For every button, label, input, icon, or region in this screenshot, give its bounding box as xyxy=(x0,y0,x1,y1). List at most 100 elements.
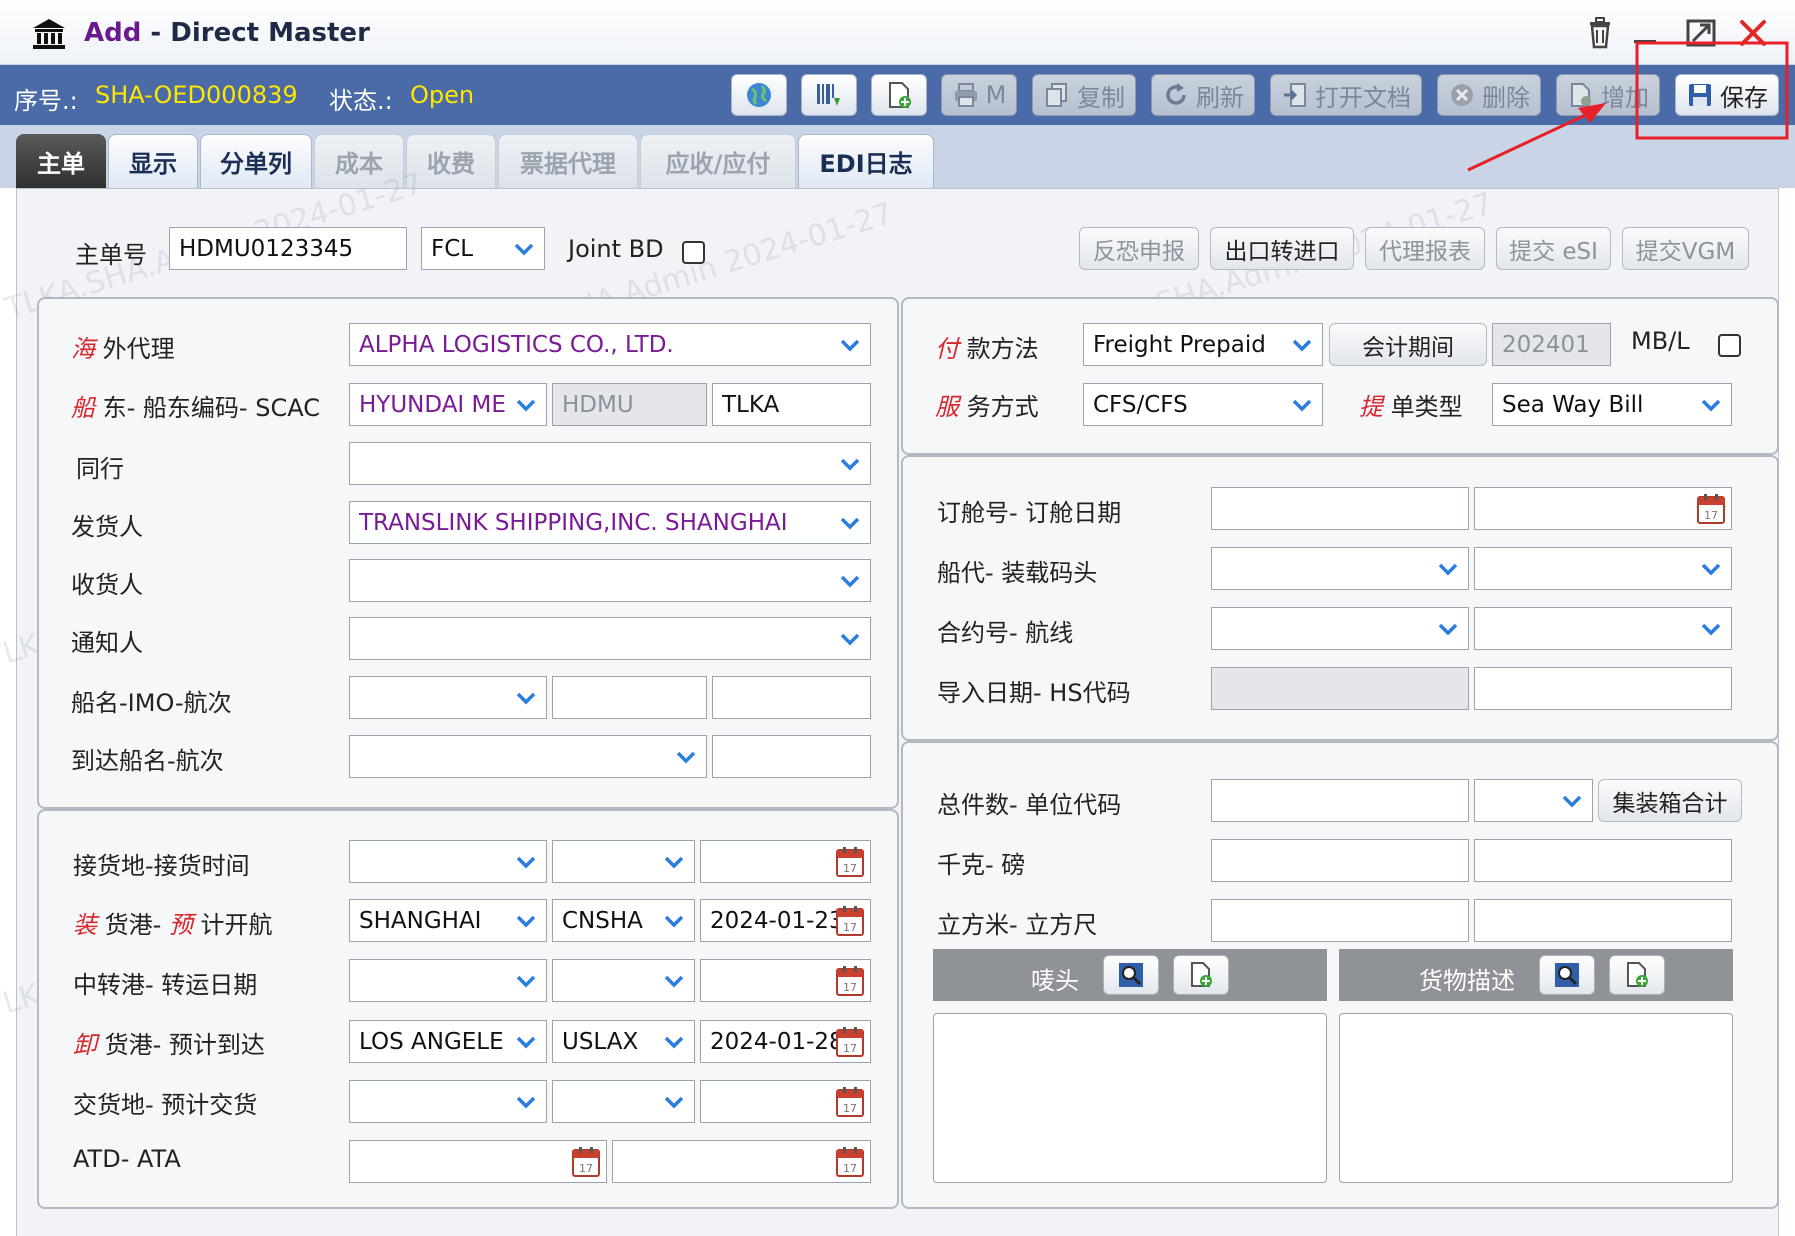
service-type-label: 服 务方式 xyxy=(935,393,1039,421)
refresh-button[interactable]: 刷新 xyxy=(1151,74,1255,116)
calendar-icon[interactable]: 17 xyxy=(835,1146,865,1178)
marks-textarea[interactable] xyxy=(933,1013,1327,1183)
tab-house-list[interactable]: 分单列 xyxy=(200,134,312,188)
goods-description-textarea[interactable] xyxy=(1339,1013,1733,1183)
loading-terminal-select[interactable] xyxy=(1474,547,1732,590)
tab-main[interactable]: 主单 xyxy=(16,134,106,188)
place-of-delivery-select[interactable] xyxy=(349,1080,547,1123)
weight-lb-input[interactable] xyxy=(1474,839,1732,882)
transshipment-code-select[interactable] xyxy=(552,959,695,1002)
place-of-receipt-code-select[interactable] xyxy=(552,840,695,883)
submit-esi-button[interactable]: 提交 eSI xyxy=(1496,227,1611,270)
minimize-icon[interactable] xyxy=(1629,16,1663,50)
package-unit-select[interactable] xyxy=(1474,779,1593,822)
shipping-agent-select[interactable] xyxy=(1211,547,1469,590)
anti-terror-button[interactable]: 反恐申报 xyxy=(1079,227,1199,270)
bl-type-select[interactable]: Sea Way Bill xyxy=(1492,383,1732,426)
joint-bd-checkbox[interactable] xyxy=(682,241,705,264)
print-button[interactable]: M xyxy=(941,74,1017,116)
vessel-select[interactable] xyxy=(349,676,547,719)
notify-party-select[interactable] xyxy=(349,617,871,660)
add-button[interactable]: 增加 xyxy=(1556,74,1660,116)
bank-icon xyxy=(33,19,65,49)
receipt-date-input[interactable]: 17 xyxy=(700,840,871,883)
port-of-loading-select[interactable]: SHANGHAI xyxy=(349,899,547,942)
calendar-icon[interactable]: 17 xyxy=(1696,493,1726,525)
add-label: 增加 xyxy=(1601,83,1649,112)
arrival-vessel-select[interactable] xyxy=(349,735,707,778)
tab-edi-log[interactable]: EDI日志 xyxy=(798,134,934,188)
volume-cft-input[interactable] xyxy=(1474,899,1732,942)
import-date-hs-label: 导入日期- HS代码 xyxy=(937,679,1131,707)
load-type-select[interactable]: FCL xyxy=(421,227,545,270)
calendar-icon[interactable]: 17 xyxy=(835,1026,865,1058)
scac-input[interactable]: TLKA xyxy=(712,383,871,426)
tab-charges[interactable]: 收费 xyxy=(406,134,496,188)
close-icon[interactable] xyxy=(1736,16,1770,50)
place-of-receipt-select[interactable] xyxy=(349,840,547,883)
window-title: Add - Direct Master xyxy=(84,18,370,48)
hs-code-input[interactable] xyxy=(1474,667,1732,710)
open-document-button[interactable]: 打开文档 xyxy=(1270,74,1422,116)
agent-report-button[interactable]: 代理报表 xyxy=(1365,227,1485,270)
payment-method-select[interactable]: Freight Prepaid xyxy=(1083,323,1323,366)
weight-kg-input[interactable] xyxy=(1211,839,1469,882)
tab-display[interactable]: 显示 xyxy=(108,134,198,188)
etd-date-input[interactable]: 2024-01-23 17 xyxy=(700,899,871,942)
transshipment-port-select[interactable] xyxy=(349,959,547,1002)
booking-date-input[interactable]: 17 xyxy=(1474,487,1732,530)
submit-vgm-button[interactable]: 提交VGM xyxy=(1622,227,1749,270)
total-packages-input[interactable] xyxy=(1211,779,1469,822)
calendar-icon[interactable]: 17 xyxy=(835,905,865,937)
eta-date-input[interactable]: 2024-01-28 17 xyxy=(700,1020,871,1063)
port-of-discharge-select[interactable]: LOS ANGELE xyxy=(349,1020,547,1063)
globe-button[interactable] xyxy=(731,74,787,116)
tab-document-agent[interactable]: 票据代理 xyxy=(498,134,638,188)
copy-button[interactable]: 复制 xyxy=(1032,74,1136,116)
calendar-icon[interactable]: 17 xyxy=(571,1146,601,1178)
barcode-button[interactable] xyxy=(801,74,857,116)
accounting-period-button[interactable]: 会计期间 xyxy=(1329,323,1487,366)
goods-search-button[interactable] xyxy=(1539,955,1595,995)
overseas-agent-select[interactable]: ALPHA LOGISTICS CO., LTD. xyxy=(349,323,871,366)
calendar-icon[interactable]: 17 xyxy=(835,1086,865,1118)
new-document-button[interactable] xyxy=(871,74,927,116)
tab-cost[interactable]: 成本 xyxy=(314,134,404,188)
calendar-icon[interactable]: 17 xyxy=(835,846,865,878)
marks-add-button[interactable] xyxy=(1173,955,1229,995)
volume-cbm-input[interactable] xyxy=(1211,899,1469,942)
chevron-down-icon xyxy=(664,915,684,928)
ata-date-input[interactable]: 17 xyxy=(612,1140,871,1183)
arrival-voyage-input[interactable] xyxy=(712,735,871,778)
container-total-button[interactable]: 集装箱合计 xyxy=(1598,779,1742,822)
contract-number-select[interactable] xyxy=(1211,607,1469,650)
route-select[interactable] xyxy=(1474,607,1732,650)
globe-icon xyxy=(747,83,771,107)
service-type-select[interactable]: CFS/CFS xyxy=(1083,383,1323,426)
trash-icon[interactable] xyxy=(1583,16,1617,50)
port-of-loading-code-select[interactable]: CNSHA xyxy=(552,899,695,942)
imo-input[interactable] xyxy=(552,676,707,719)
consignee-select[interactable] xyxy=(349,559,871,602)
calendar-icon[interactable]: 17 xyxy=(835,965,865,997)
export-to-import-button[interactable]: 出口转进口 xyxy=(1210,227,1354,270)
atd-date-input[interactable]: 17 xyxy=(349,1140,607,1183)
maximize-icon[interactable] xyxy=(1684,16,1718,50)
marks-search-button[interactable] xyxy=(1103,955,1159,995)
save-button[interactable]: 保存 xyxy=(1675,74,1779,116)
carrier-select[interactable]: HYUNDAI ME xyxy=(349,383,547,426)
port-of-discharge-code-select[interactable]: USLAX xyxy=(552,1020,695,1063)
transshipment-date-input[interactable]: 17 xyxy=(700,959,871,1002)
goods-add-button[interactable] xyxy=(1609,955,1665,995)
shipper-select[interactable]: TRANSLINK SHIPPING,INC. SHANGHAI xyxy=(349,501,871,544)
mbl-checkbox[interactable] xyxy=(1718,334,1741,357)
booking-number-input[interactable] xyxy=(1211,487,1469,530)
place-of-delivery-code-select[interactable] xyxy=(552,1080,695,1123)
tab-ar-ap[interactable]: 应收/应付 xyxy=(640,134,796,188)
voyage-input[interactable] xyxy=(712,676,871,719)
mbl-number-input[interactable]: HDMU0123345 xyxy=(169,227,407,270)
coloader-select[interactable] xyxy=(349,442,871,485)
delivery-date-input[interactable]: 17 xyxy=(700,1080,871,1123)
accounting-period-field: 202401 xyxy=(1492,323,1611,366)
delete-button[interactable]: 删除 xyxy=(1437,74,1541,116)
